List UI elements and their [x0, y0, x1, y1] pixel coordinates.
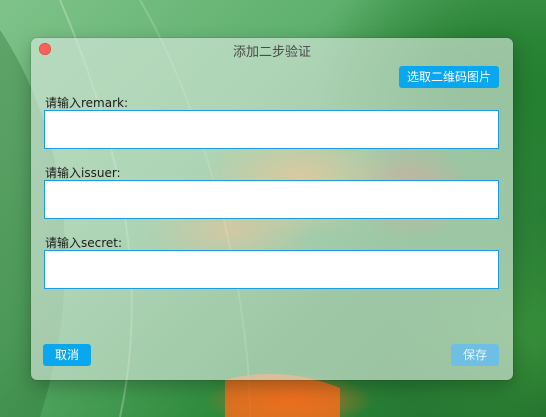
remark-label: 请输入remark:	[45, 96, 129, 110]
secret-label: 请输入secret:	[45, 236, 123, 250]
issuer-label: 请输入issuer:	[45, 166, 121, 180]
add-2fa-dialog: 添加二步验证 选取二维码图片 请输入remark: 请输入issuer: 请输入…	[31, 38, 513, 380]
dialog-title: 添加二步验证	[232, 45, 311, 60]
save-button[interactable]: 保存	[451, 344, 499, 366]
cancel-button[interactable]: 取消	[43, 344, 91, 366]
select-qr-image-button[interactable]: 选取二维码图片	[399, 66, 499, 88]
issuer-input[interactable]	[44, 180, 499, 219]
secret-input[interactable]	[44, 250, 499, 289]
title-bar: 添加二步验证	[31, 38, 513, 60]
remark-input[interactable]	[44, 110, 499, 149]
